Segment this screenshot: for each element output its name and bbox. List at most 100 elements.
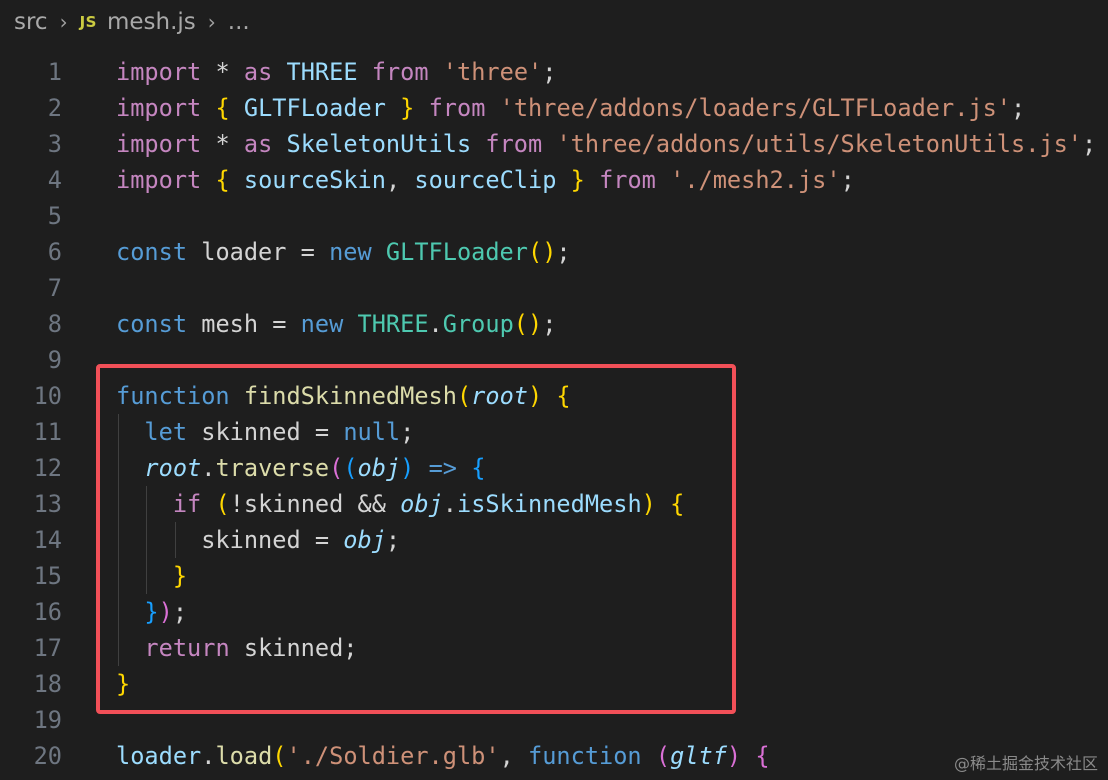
code-line[interactable]: 5 [0, 198, 1108, 234]
code-token: let [144, 418, 188, 446]
code-line[interactable]: 16 }); [0, 594, 1108, 630]
code-token: skinned = [187, 418, 344, 446]
watermark: @稀土掘金技术社区 [953, 754, 1098, 773]
line-number: 11 [33, 418, 62, 446]
line-number: 7 [47, 274, 62, 302]
code-token: => [414, 454, 472, 482]
breadcrumb-file[interactable]: mesh.js [107, 9, 196, 35]
code-line[interactable]: 17 return skinned; [0, 630, 1108, 666]
code-token: function [528, 742, 642, 770]
code-token: ) [400, 454, 415, 482]
code-line[interactable]: 15 } [0, 558, 1108, 594]
code-line[interactable]: 2 import { GLTFLoader } from 'three/addon… [0, 90, 1108, 126]
code-line[interactable]: 20 loader.load('./Soldier.glb', function … [0, 738, 1108, 774]
breadcrumb-folder[interactable]: src [14, 9, 48, 35]
code-token: { [755, 742, 770, 770]
code-text: } [116, 558, 187, 594]
code-token: loader [116, 742, 202, 770]
line-number: 4 [47, 166, 62, 194]
code-line[interactable]: 6 const loader = new GLTFLoader(); [0, 234, 1108, 270]
breadcrumb-symbols[interactable]: ... [228, 9, 250, 35]
code-token: . [201, 742, 216, 770]
code-token: return [144, 634, 230, 662]
code-token: from [371, 58, 429, 86]
code-line[interactable]: 14 skinned = obj; [0, 522, 1108, 558]
code-text: }); [116, 594, 187, 630]
code-token: { [670, 490, 685, 518]
code-line[interactable]: 1 import * as THREE from 'three'; [0, 54, 1108, 90]
code-token: load [215, 742, 273, 770]
code-line[interactable]: 7 [0, 270, 1108, 306]
code-token: const [116, 310, 188, 338]
code-text: loader.load('./Soldier.glb', function (g… [116, 738, 770, 774]
chevron-right-icon: › [59, 10, 68, 34]
code-token: new [300, 310, 344, 338]
code-token: { [471, 454, 486, 482]
code-token: ; [840, 166, 855, 194]
code-line[interactable]: 8 const mesh = new THREE.Group(); [0, 306, 1108, 342]
code-text: let skinned = null; [116, 414, 414, 450]
code-text: import { GLTFLoader } from 'three/addons… [116, 90, 1025, 126]
line-number: 20 [33, 742, 62, 770]
javascript-file-icon: JS [79, 13, 97, 31]
code-token: ; [385, 526, 401, 554]
code-token: , [385, 166, 415, 194]
code-line[interactable]: 3 import * as SkeletonUtils from 'three/a… [0, 126, 1108, 162]
code-line[interactable]: 13 if (!skinned && obj.isSkinnedMesh) { [0, 486, 1108, 522]
code-token: * [201, 58, 244, 86]
line-number: 17 [33, 634, 62, 662]
code-token: 'three' [442, 58, 543, 86]
code-token: from [428, 94, 486, 122]
code-line[interactable]: 4 import { sourceSkin, sourceClip } from … [0, 162, 1108, 198]
code-token: import [116, 94, 202, 122]
code-token: from [599, 166, 656, 194]
code-token: . [201, 454, 216, 482]
code-token: as [243, 58, 273, 86]
code-text: skinned = obj; [116, 522, 400, 558]
code-token: } [144, 598, 159, 626]
code-token: ; [542, 58, 557, 86]
code-token: gltf [670, 742, 727, 770]
code-text: import * as THREE from 'three'; [116, 54, 556, 90]
code-editor[interactable]: 1 import * as THREE from 'three'; 2 import … [0, 54, 1108, 780]
code-line[interactable]: 11 let skinned = null; [0, 414, 1108, 450]
breadcrumb: src › JS mesh.js › ... [14, 4, 250, 40]
code-text: const loader = new GLTFLoader(); [116, 234, 571, 270]
code-line[interactable]: 10 function findSkinnedMesh(root) { [0, 378, 1108, 414]
line-number: 10 [33, 382, 62, 410]
code-line[interactable]: 12 root.traverse((obj) => { [0, 450, 1108, 486]
code-token: } [116, 670, 131, 698]
code-line[interactable]: 19 [0, 702, 1108, 738]
code-token: if [172, 490, 202, 518]
code-line[interactable]: 18} [0, 666, 1108, 702]
code-token: . [428, 310, 443, 338]
code-line[interactable]: 9 [0, 342, 1108, 378]
line-number: 3 [47, 130, 62, 158]
code-token: obj [400, 490, 443, 518]
code-token: findSkinnedMesh [243, 382, 457, 410]
code-token: } [570, 166, 585, 194]
code-token: , [499, 742, 528, 770]
code-token: { [215, 94, 230, 122]
code-token: './Soldier.glb' [286, 742, 500, 770]
code-token: Group [442, 310, 514, 338]
code-token: skinned; [229, 634, 358, 662]
code-text: root.traverse((obj) => { [116, 450, 485, 486]
code-token: obj [343, 526, 386, 554]
code-token: isSkinnedMesh [457, 490, 642, 518]
